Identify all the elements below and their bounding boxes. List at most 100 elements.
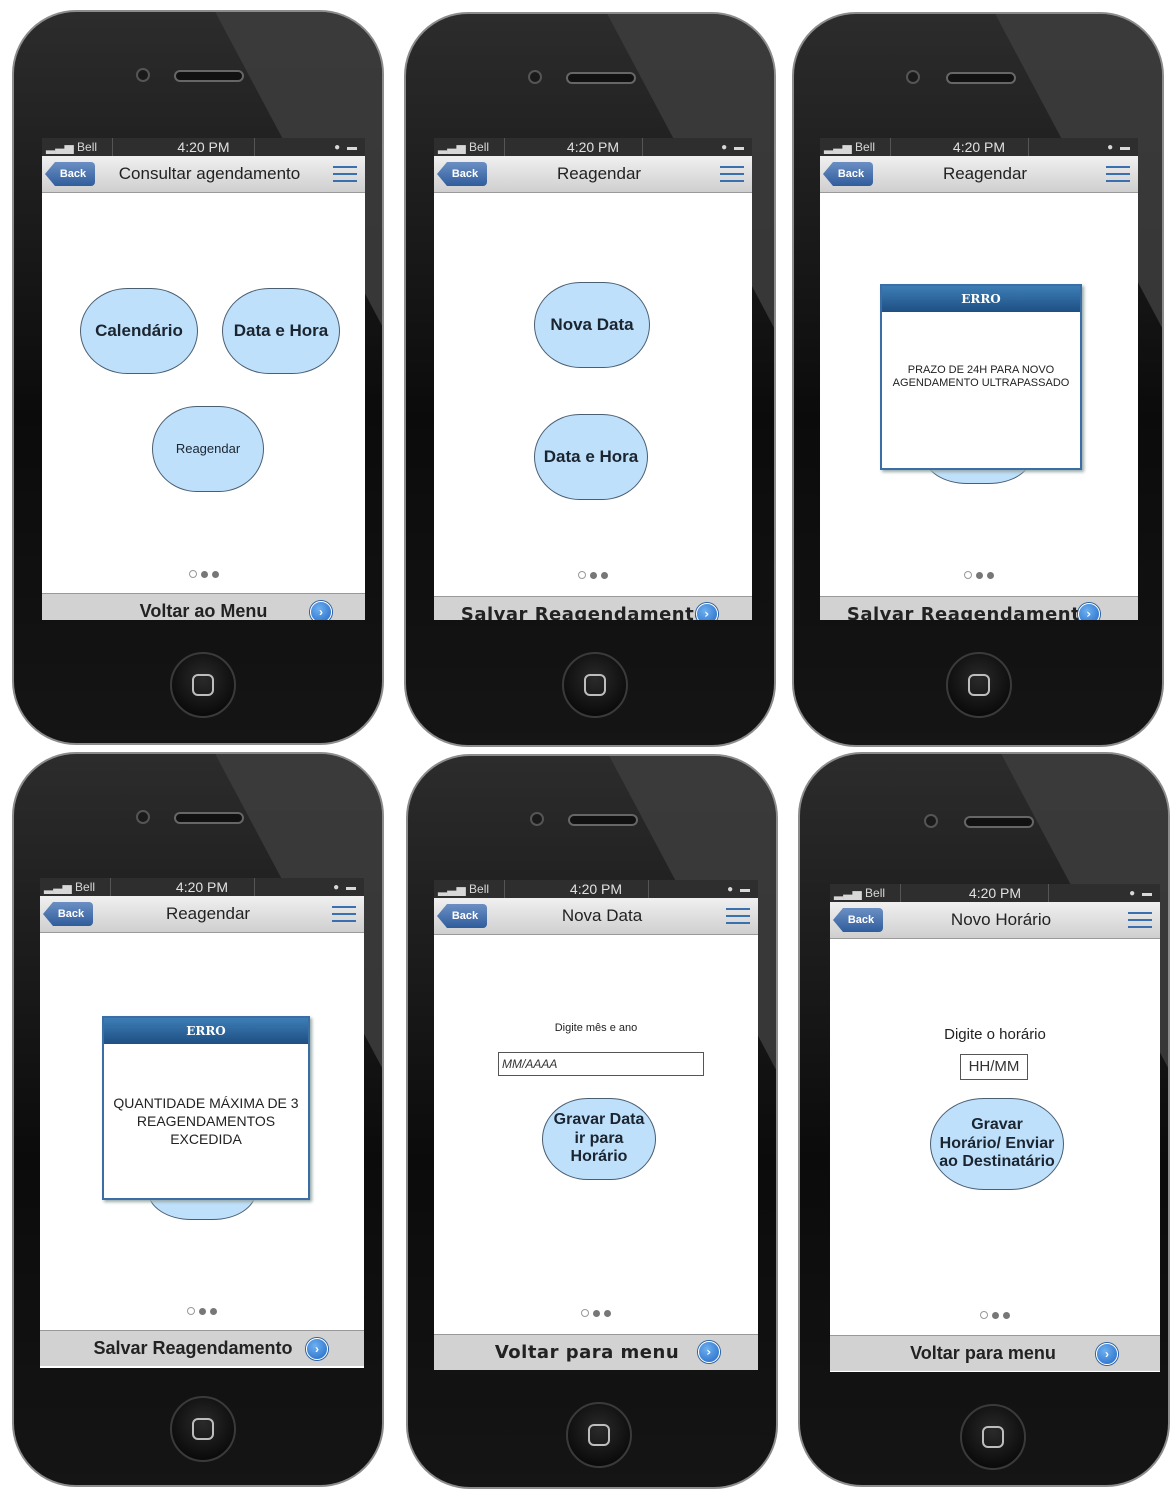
forward-arrow-icon[interactable]: › [306, 1338, 328, 1360]
status-bar: ▂▃▅ Bell 4:20 PM ● ▬ [820, 138, 1138, 156]
error-message: PRAZO DE 24H PARA NOVO AGENDAMENTO ULTRA… [892, 364, 1070, 389]
home-square-icon [192, 674, 214, 696]
hamburger-menu-icon[interactable] [726, 906, 750, 926]
back-button[interactable]: Back [437, 162, 487, 186]
footer-label: Voltar para menu [910, 1343, 1056, 1363]
gravar-horario-button[interactable]: Gravar Horário/ Enviar ao Destinatário [930, 1098, 1064, 1190]
page-title: Reagendar [556, 164, 642, 183]
camera-icon [528, 70, 542, 84]
home-button[interactable] [562, 652, 628, 718]
camera-icon [136, 68, 150, 82]
forward-arrow-icon[interactable]: › [1096, 1343, 1118, 1365]
screen: ▂▃▅ Bell 4:20 PM ● ▬ Back Reagendar ERRO… [820, 138, 1138, 620]
back-button[interactable]: Back [45, 162, 95, 186]
footer-bar[interactable]: Salvar Reagendamento › [820, 596, 1138, 620]
forward-arrow-icon[interactable]: › [1078, 603, 1100, 620]
home-button[interactable] [946, 652, 1012, 718]
page-indicator [830, 1306, 1160, 1324]
time-label: Digite o horário [944, 1026, 1046, 1043]
speaker-grille [946, 72, 1016, 84]
camera-icon [924, 814, 938, 828]
footer-bar[interactable]: Salvar Reagendamento › [40, 1330, 364, 1366]
home-button[interactable] [170, 1396, 236, 1462]
phone-novo-horario: ▂▃▅ Bell 4:20 PM ● ▬ Back Novo Horário D… [798, 752, 1170, 1487]
nav-bar: Back Nova Data [434, 898, 758, 935]
battery-icon: ● ▬ [721, 142, 746, 153]
speaker-grille [174, 70, 244, 82]
footer-bar[interactable]: Salvar Reagendamento › [434, 596, 752, 620]
nav-bar: Back Reagendar [820, 156, 1138, 193]
screen: ▂▃▅ Bell 4:20 PM ● ▬ Back Consultar agen… [42, 138, 365, 620]
reagendar-button[interactable]: Reagendar [152, 406, 264, 492]
footer-label: Salvar Reagendamento [93, 1338, 293, 1358]
home-button[interactable] [566, 1402, 632, 1468]
gravar-data-button[interactable]: Gravar Data ir para Horário [542, 1098, 656, 1180]
page-indicator [42, 565, 365, 583]
page-title: Reagendar [165, 904, 251, 923]
page-title: Reagendar [942, 164, 1028, 183]
status-time: 4:20 PM [952, 139, 1006, 155]
calendario-button[interactable]: Calendário [80, 288, 198, 374]
error-dialog-header: ERRO [882, 286, 1080, 312]
data-e-hora-button[interactable]: Data e Hora [534, 414, 648, 500]
hamburger-menu-icon[interactable] [720, 164, 744, 184]
screen: ▂▃▅ Bell 4:20 PM ● ▬ Back Reagendar Nova… [434, 138, 752, 620]
phone-nova-data: ▂▃▅ Bell 4:20 PM ● ▬ Back Nova Data Digi… [406, 754, 778, 1489]
speaker-grille [964, 816, 1034, 828]
error-dialog-header: ERRO [104, 1018, 308, 1044]
status-bar: ▂▃▅ Bell 4:20 PM ● ▬ [434, 138, 752, 156]
back-button[interactable]: Back [437, 904, 487, 928]
camera-icon [136, 810, 150, 824]
battery-icon: ● ▬ [1107, 142, 1132, 153]
screen: ▂▃▅ Bell 4:20 PM ● ▬ Back Nova Data Digi… [434, 880, 758, 1370]
status-time: 4:20 PM [968, 885, 1022, 901]
phone-erro-prazo: ▂▃▅ Bell 4:20 PM ● ▬ Back Reagendar ERRO… [792, 12, 1164, 747]
month-year-input[interactable]: MM/AAAA [498, 1052, 704, 1076]
footer-bar[interactable]: Voltar ao Menu › [42, 593, 365, 620]
camera-icon [906, 70, 920, 84]
hamburger-menu-icon[interactable] [1106, 164, 1130, 184]
forward-arrow-icon[interactable]: › [698, 1341, 720, 1363]
page-indicator [820, 566, 1138, 584]
back-button[interactable]: Back [833, 908, 883, 932]
home-button[interactable] [170, 652, 236, 718]
home-square-icon [588, 1424, 610, 1446]
battery-icon: ● ▬ [333, 882, 358, 893]
status-time: 4:20 PM [175, 879, 229, 895]
status-time: 4:20 PM [566, 139, 620, 155]
status-time: 4:20 PM [569, 881, 623, 897]
forward-arrow-icon[interactable]: › [696, 603, 718, 620]
nova-data-button[interactable]: Nova Data [534, 282, 650, 368]
error-dialog: ERRO PRAZO DE 24H PARA NOVO AGENDAMENTO … [880, 284, 1082, 470]
nav-bar: Back Reagendar [434, 156, 752, 193]
hamburger-menu-icon[interactable] [1128, 910, 1152, 930]
battery-icon: ● ▬ [727, 884, 752, 895]
phone-erro-quantidade: ▂▃▅ Bell 4:20 PM ● ▬ Back Reagendar ERRO… [12, 752, 384, 1487]
data-e-hora-button[interactable]: Data e Hora [222, 288, 340, 374]
back-button[interactable]: Back [43, 902, 93, 926]
speaker-grille [566, 72, 636, 84]
page-indicator [40, 1302, 364, 1320]
nav-bar: Back Consultar agendamento [42, 156, 365, 193]
page-title: Consultar agendamento [118, 164, 301, 183]
footer-label: Voltar para menu [494, 1342, 680, 1363]
page-indicator [434, 1304, 758, 1322]
back-button[interactable]: Back [823, 162, 873, 186]
phone-consultar-agendamento: ▂▃▅ Bell 4:20 PM ● ▬ Back Consultar agen… [12, 10, 384, 745]
hamburger-menu-icon[interactable] [333, 164, 357, 184]
speaker-grille [174, 812, 244, 824]
speaker-grille [568, 814, 638, 826]
footer-label: Salvar Reagendamento [460, 604, 708, 620]
battery-icon: ● ▬ [1129, 888, 1154, 899]
time-input[interactable]: HH/MM [960, 1054, 1028, 1080]
footer-bar[interactable]: Voltar para menu › [434, 1334, 758, 1370]
camera-icon [530, 812, 544, 826]
page-indicator [434, 566, 752, 584]
page-title: Nova Data [561, 906, 643, 925]
status-bar: ▂▃▅ Bell 4:20 PM ● ▬ [830, 884, 1160, 902]
footer-bar[interactable]: Voltar para menu › [830, 1335, 1160, 1371]
home-button[interactable] [960, 1404, 1026, 1470]
forward-arrow-icon[interactable]: › [310, 601, 332, 620]
page-title: Novo Horário [950, 910, 1052, 929]
hamburger-menu-icon[interactable] [332, 904, 356, 924]
